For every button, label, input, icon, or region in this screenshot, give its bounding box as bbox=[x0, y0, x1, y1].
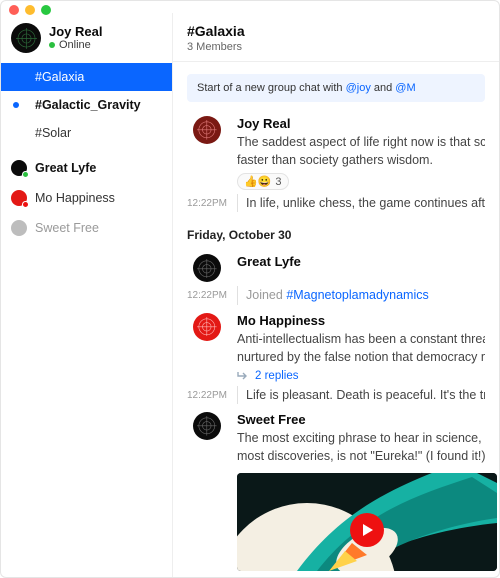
channel-list: #Galaxia #Galactic_Gravity #Solar bbox=[1, 63, 172, 147]
mention[interactable]: @joy bbox=[346, 82, 371, 94]
timestamp: 12:22PM bbox=[187, 198, 227, 209]
message: Sweet Free The most exciting phrase to h… bbox=[173, 406, 499, 467]
main-pane: #Galaxia 3 Members Start of a new group … bbox=[173, 13, 499, 577]
online-indicator-icon bbox=[49, 42, 55, 48]
mention[interactable]: @M bbox=[395, 82, 415, 94]
window-controls bbox=[1, 1, 499, 13]
app-window: Joy Real Online #Galaxia #Galactic_Gravi… bbox=[0, 0, 500, 578]
conversation-title: #Galaxia bbox=[187, 23, 485, 39]
reaction-emoji: 👍😀 bbox=[244, 175, 271, 188]
channel-galactic-gravity[interactable]: #Galactic_Gravity bbox=[1, 91, 172, 119]
sidebar: Joy Real Online #Galaxia #Galactic_Gravi… bbox=[1, 13, 173, 577]
conversation-subtitle: 3 Members bbox=[187, 41, 485, 53]
thread-replies-link[interactable]: 2 replies bbox=[237, 370, 485, 382]
reaction-count: 3 bbox=[275, 176, 281, 188]
author-avatar[interactable] bbox=[193, 313, 221, 341]
message-followup: 12:22PM Joined #Magnetoplamadynamics bbox=[173, 284, 499, 306]
author-name[interactable]: Mo Happiness bbox=[237, 313, 485, 328]
author-name[interactable]: Joy Real bbox=[237, 116, 485, 131]
message-text: The saddest aspect of life right now is … bbox=[237, 133, 485, 151]
message: Joy Real The saddest aspect of life righ… bbox=[173, 110, 499, 192]
current-user-name: Joy Real bbox=[49, 25, 102, 39]
message-stream: Joy Real The saddest aspect of life righ… bbox=[173, 110, 499, 577]
reaction-chip[interactable]: 👍😀 3 bbox=[237, 173, 289, 190]
author-name[interactable]: Sweet Free bbox=[237, 412, 485, 427]
dm-avatar bbox=[11, 160, 27, 176]
video-attachment[interactable] bbox=[237, 473, 497, 571]
author-avatar[interactable] bbox=[193, 116, 221, 144]
conversation-header: #Galaxia 3 Members bbox=[173, 13, 499, 62]
system-text: Joined #Magnetoplamadynamics bbox=[237, 286, 485, 304]
presence-icon bbox=[22, 171, 29, 178]
unread-dot-icon bbox=[13, 102, 19, 108]
author-avatar[interactable] bbox=[193, 254, 221, 282]
channel-galaxia[interactable]: #Galaxia bbox=[1, 63, 172, 91]
play-button-icon bbox=[350, 513, 384, 547]
message-text: faster than society gathers wisdom. bbox=[237, 151, 485, 169]
message-text: most discoveries, is not "Eureka!" (I fo… bbox=[237, 447, 485, 465]
dm-avatar bbox=[11, 220, 27, 236]
dm-mo-happiness[interactable]: Mo Happiness bbox=[1, 183, 172, 213]
message-text: Anti-intellectualism has been a constant… bbox=[237, 330, 485, 348]
author-name[interactable]: Great Lyfe bbox=[237, 254, 485, 269]
start-banner: Start of a new group chat with @joy and … bbox=[187, 74, 485, 102]
message: Mo Happiness Anti-intellectualism has be… bbox=[173, 307, 499, 384]
message-text: nurtured by the false notion that democr… bbox=[237, 348, 485, 366]
presence-icon bbox=[22, 201, 29, 208]
timestamp: 12:22PM bbox=[187, 390, 227, 401]
message: Great Lyfe bbox=[173, 248, 499, 284]
message-text: Life is pleasant. Death is peaceful. It'… bbox=[237, 386, 485, 404]
current-user-avatar bbox=[11, 23, 41, 53]
dm-avatar bbox=[11, 190, 27, 206]
timestamp: 12:22PM bbox=[187, 290, 227, 301]
date-divider: Friday, October 30 bbox=[173, 214, 499, 248]
message-text: The most exciting phrase to hear in scie… bbox=[237, 429, 485, 447]
dm-great-lyfe[interactable]: Great Lyfe bbox=[1, 153, 172, 183]
author-avatar[interactable] bbox=[193, 412, 221, 440]
channel-link[interactable]: #Magnetoplamadynamics bbox=[286, 288, 428, 302]
message-text: In life, unlike chess, the game continue… bbox=[237, 194, 485, 212]
current-user[interactable]: Joy Real Online bbox=[1, 17, 172, 63]
message-followup: 12:22PM In life, unlike chess, the game … bbox=[173, 192, 499, 214]
message-followup: 12:22PM Life is pleasant. Death is peace… bbox=[173, 384, 499, 406]
channel-solar[interactable]: #Solar bbox=[1, 119, 172, 147]
reply-arrow-icon bbox=[237, 371, 249, 381]
dm-list: Great Lyfe Mo Happiness Sweet Free bbox=[1, 153, 172, 243]
current-user-status: Online bbox=[49, 39, 102, 51]
dm-sweet-free[interactable]: Sweet Free bbox=[1, 213, 172, 243]
